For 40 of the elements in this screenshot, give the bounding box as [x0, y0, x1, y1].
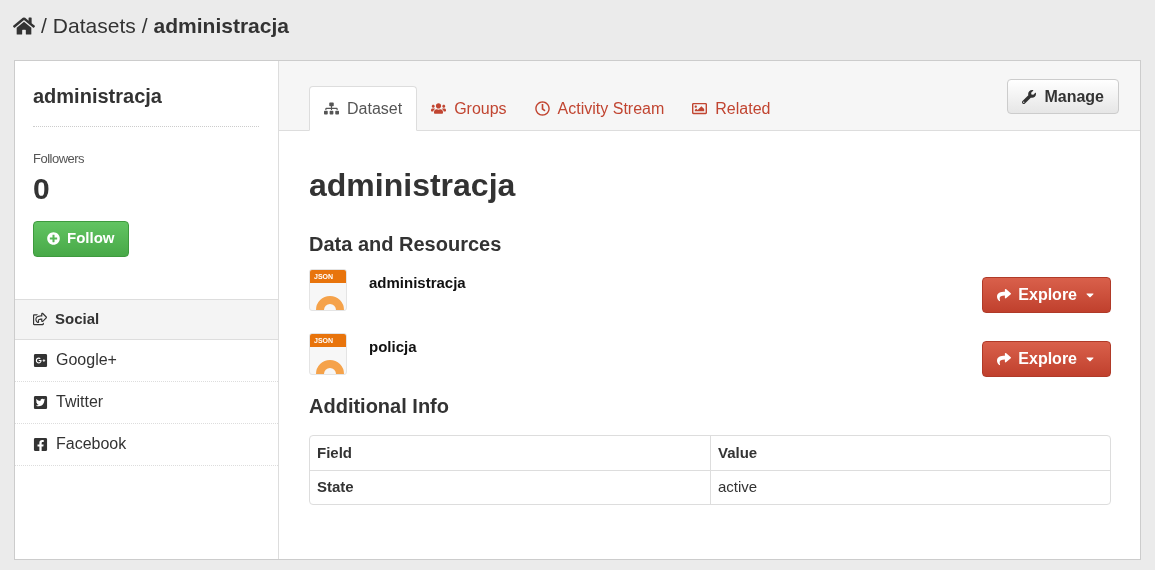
facebook-icon: [33, 436, 48, 452]
explore-button[interactable]: Explore: [982, 341, 1111, 377]
tab[interactable]: Groups: [417, 86, 521, 131]
social-link[interactable]: Facebook: [15, 423, 278, 466]
breadcrumb-separator: /: [141, 13, 148, 40]
section-heading: Additional Info: [309, 394, 450, 419]
tab[interactable]: Related: [678, 86, 785, 131]
explore-button[interactable]: Explore: [982, 277, 1111, 313]
dataset-title: administracja: [309, 166, 517, 205]
breadcrumb-current[interactable]: administracja: [153, 10, 289, 42]
clock-icon: [534, 101, 550, 116]
followers-label: Followers: [33, 150, 86, 168]
wrench-icon: [1022, 89, 1037, 104]
sidebar-title: administracja: [33, 81, 259, 127]
followers-count: 0: [33, 170, 51, 207]
share-arrow-icon: [997, 352, 1012, 366]
twitter-icon: [33, 394, 48, 410]
column-header: Field: [316, 442, 353, 463]
plus-icon: [47, 232, 60, 245]
table-cell: active: [710, 470, 1110, 504]
section-heading: Data and Resources: [309, 232, 503, 257]
social-link[interactable]: Google+: [15, 339, 278, 382]
tab[interactable]: Activity Stream: [520, 86, 679, 131]
breadcrumb-link[interactable]: Datasets: [52, 10, 136, 42]
breadcrumb-separator: /: [41, 13, 47, 40]
social-heading-text: Social: [55, 308, 100, 329]
manage-button[interactable]: Manage: [1007, 79, 1119, 114]
sitemap-icon: [324, 101, 339, 116]
google-plus-icon: [33, 352, 48, 368]
social-link[interactable]: Twitter: [15, 381, 278, 424]
table-cell: State: [310, 470, 710, 504]
resource-name[interactable]: policja: [369, 336, 417, 359]
resource-name[interactable]: administracja: [369, 272, 466, 295]
image-icon: [692, 101, 708, 116]
share-arrow-icon: [997, 288, 1012, 302]
column-header: Value: [710, 436, 1110, 470]
users-icon: [431, 101, 447, 116]
share-icon: [33, 312, 47, 326]
tab[interactable]: Dataset: [309, 86, 418, 131]
home-icon[interactable]: [13, 15, 35, 37]
